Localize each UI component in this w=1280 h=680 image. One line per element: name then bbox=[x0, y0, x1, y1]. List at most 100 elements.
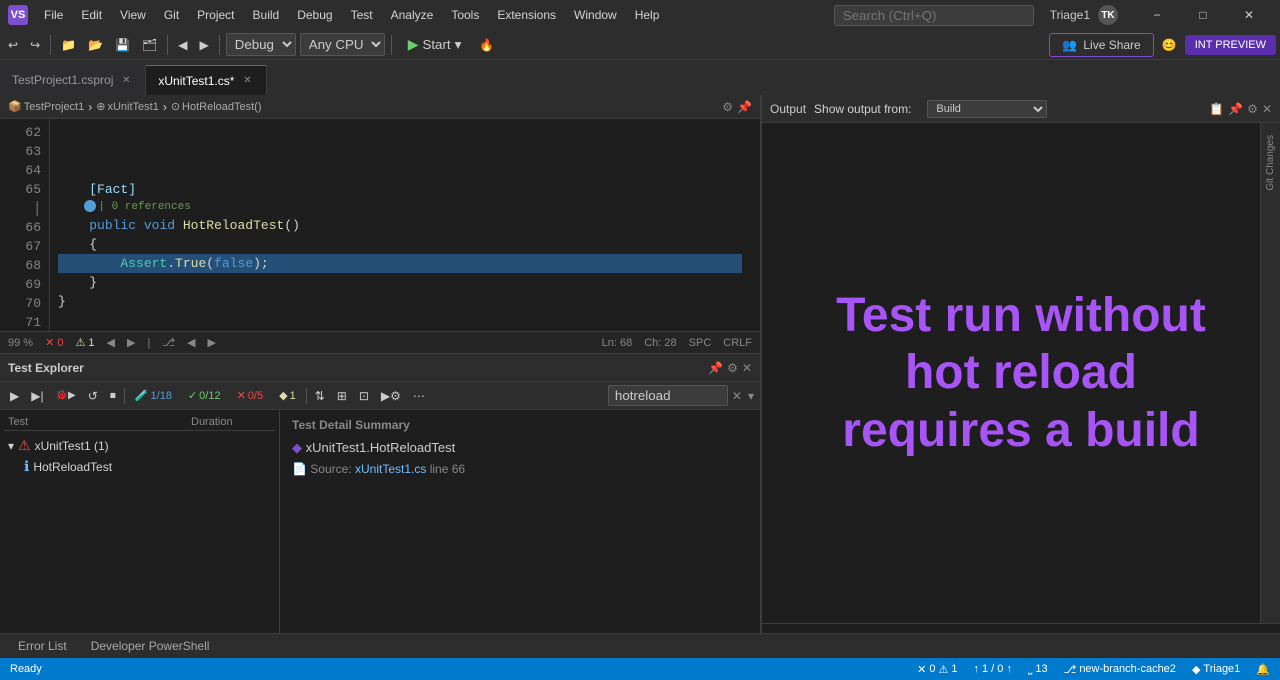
source-file-link[interactable]: xUnitTest1.cs bbox=[355, 462, 426, 476]
sort-button[interactable]: ⇅ bbox=[311, 387, 329, 405]
filter-button[interactable]: ⊡ bbox=[355, 387, 373, 405]
status-notifications[interactable]: 🔔 bbox=[1254, 663, 1272, 676]
run-selected-button[interactable]: ▶| bbox=[27, 387, 47, 405]
tab-csproj[interactable]: TestProject1.csproj ✕ bbox=[0, 65, 146, 95]
test-group-xunit[interactable]: ▾ ⚠ xUnitTest1 (1) bbox=[4, 435, 275, 456]
test-explorer-controls: 📌 ⚙ ✕ bbox=[708, 361, 752, 375]
te-count-pass[interactable]: ✓ 0/12 bbox=[182, 388, 227, 403]
breadcrumb-project[interactable]: 📦 TestProject1 bbox=[8, 100, 84, 113]
code-content[interactable]: [Fact] | 0 references public void HotRel… bbox=[50, 119, 750, 331]
close-button[interactable]: ✕ bbox=[1226, 0, 1272, 30]
toolbar-separator-3 bbox=[219, 35, 220, 55]
output-close-icon[interactable]: ✕ bbox=[1262, 102, 1272, 116]
tab-xunit-close[interactable]: ✕ bbox=[240, 74, 254, 88]
menu-help[interactable]: Help bbox=[627, 6, 668, 24]
debug-config-dropdown[interactable]: Debug bbox=[226, 33, 296, 56]
redo-btn[interactable]: ↪ bbox=[26, 36, 44, 54]
status-right: ✕ 0 ⚠ 1 ↑ 1 / 0 ↑ ⎵ 13 ⎇ new-branch-cach… bbox=[915, 663, 1272, 676]
te-close-icon[interactable]: ✕ bbox=[742, 361, 752, 375]
te-count-fail[interactable]: ✕ 0/5 bbox=[231, 388, 270, 403]
menu-git[interactable]: Git bbox=[156, 6, 187, 24]
line-col-icon: ↑ bbox=[974, 663, 980, 675]
save-all-btn[interactable]: 🗂 bbox=[138, 36, 161, 54]
menu-analyze[interactable]: Analyze bbox=[383, 6, 442, 24]
breadcrumb-class[interactable]: ⊕ xUnitTest1 bbox=[96, 100, 159, 113]
debug-selected-button[interactable]: 🐞▶ bbox=[52, 388, 80, 403]
code-line-68[interactable]: Assert.True(false); bbox=[58, 254, 742, 273]
nav-right[interactable]: ▶ bbox=[207, 336, 215, 349]
code-editor[interactable]: 62 63 64 65 │ 66 67 68 69 70 71 bbox=[0, 119, 760, 331]
zoom-level[interactable]: 99 % bbox=[8, 337, 33, 349]
menu-extensions[interactable]: Extensions bbox=[489, 6, 564, 24]
tab-xunit[interactable]: xUnitTest1.cs* ✕ bbox=[146, 65, 267, 95]
test-item-hotreload[interactable]: ℹ HotReloadTest bbox=[4, 456, 275, 477]
menu-project[interactable]: Project bbox=[189, 6, 242, 24]
git-changes-tab[interactable]: Git Changes bbox=[1263, 131, 1278, 195]
save-btn[interactable]: 💾 bbox=[111, 36, 134, 54]
int-preview-button[interactable]: INT PREVIEW bbox=[1185, 35, 1276, 55]
menu-edit[interactable]: Edit bbox=[73, 6, 110, 24]
test-search-input[interactable] bbox=[608, 385, 728, 406]
nav-left[interactable]: ◀ bbox=[187, 336, 195, 349]
repeat-button[interactable]: ↺ bbox=[84, 387, 102, 405]
toolbar: ↩ ↪ 📁 📂 💾 🗂 ◀ ▶ Debug Any CPU ▶ Start ▾ … bbox=[0, 30, 1280, 60]
tab-csproj-close[interactable]: ✕ bbox=[119, 73, 133, 87]
menu-window[interactable]: Window bbox=[566, 6, 625, 24]
nav-back[interactable]: ◀ bbox=[107, 336, 115, 349]
search-input[interactable] bbox=[834, 5, 1034, 26]
output-header: Output Show output from: Build 📋 📌 ⚙ ✕ bbox=[762, 95, 1280, 123]
output-scrollbar[interactable] bbox=[762, 623, 1280, 633]
te-sep-2 bbox=[306, 388, 307, 404]
stop-button[interactable]: ⏹ bbox=[106, 386, 120, 405]
undo-btn[interactable]: ↩ bbox=[4, 36, 22, 54]
redo2-btn[interactable]: ▶ bbox=[195, 36, 212, 54]
editor-pin-icon[interactable]: 📌 bbox=[737, 100, 752, 114]
output-pin-icon[interactable]: 📌 bbox=[1228, 102, 1243, 116]
menu-debug[interactable]: Debug bbox=[289, 6, 340, 24]
menu-tools[interactable]: Tools bbox=[443, 6, 487, 24]
test-explorer-header: Test Explorer 📌 ⚙ ✕ bbox=[0, 354, 760, 382]
platform-dropdown[interactable]: Any CPU bbox=[300, 33, 385, 56]
feedback-btn[interactable]: 😊 bbox=[1158, 36, 1181, 54]
developer-powershell-tab[interactable]: Developer PowerShell bbox=[81, 637, 220, 655]
run-options-button[interactable]: ▶⚙ bbox=[377, 387, 405, 405]
menu-test[interactable]: Test bbox=[343, 6, 381, 24]
minimize-button[interactable]: − bbox=[1134, 0, 1180, 30]
menu-file[interactable]: File bbox=[36, 6, 71, 24]
code-line-64 bbox=[58, 161, 742, 180]
breadcrumb-method[interactable]: ⊙ HotReloadTest() bbox=[171, 100, 262, 113]
start-button[interactable]: ▶ Start ▾ bbox=[398, 33, 472, 56]
output-source-select[interactable]: Build bbox=[927, 100, 1047, 118]
te-pin-icon[interactable]: 📌 bbox=[708, 361, 723, 375]
group-button[interactable]: ⊞ bbox=[333, 387, 351, 405]
branch-indicator[interactable]: ⎇ bbox=[162, 336, 175, 349]
hot-reload-btn[interactable]: 🔥 bbox=[475, 36, 498, 54]
te-count-other[interactable]: ◆ 1 bbox=[273, 388, 302, 403]
output-settings-icon[interactable]: ⚙ bbox=[1247, 102, 1258, 116]
output-copy-icon[interactable]: 📋 bbox=[1209, 102, 1224, 116]
live-share-button[interactable]: 👥 Live Share bbox=[1049, 33, 1153, 57]
status-branch[interactable]: ⎇ new-branch-cache2 bbox=[1062, 663, 1178, 676]
editor-settings-icon[interactable]: ⚙ bbox=[722, 100, 733, 114]
te-settings-icon[interactable]: ⚙ bbox=[727, 361, 738, 375]
menu-view[interactable]: View bbox=[112, 6, 154, 24]
menu-build[interactable]: Build bbox=[245, 6, 288, 24]
te-count-total[interactable]: 🧪 1/18 bbox=[129, 388, 178, 403]
run-all-button[interactable]: ▶ bbox=[6, 387, 23, 405]
new-project-btn[interactable]: 📁 bbox=[57, 36, 80, 54]
status-spaces[interactable]: ⎵ 13 bbox=[1026, 663, 1050, 676]
te-search-expand[interactable]: ▾ bbox=[748, 389, 754, 403]
maximize-button[interactable]: □ bbox=[1180, 0, 1226, 30]
error-list-tab[interactable]: Error List bbox=[8, 637, 77, 655]
status-errors[interactable]: ✕ 0 ⚠ 1 bbox=[915, 663, 959, 676]
status-git-repo[interactable]: ◆ Triage1 bbox=[1190, 663, 1242, 676]
open-btn[interactable]: 📂 bbox=[84, 36, 107, 54]
undo2-btn[interactable]: ◀ bbox=[174, 36, 191, 54]
editor-area: 📦 TestProject1 › ⊕ xUnitTest1 › ⊙ HotRel… bbox=[0, 95, 760, 353]
editor-scrollbar[interactable] bbox=[750, 119, 760, 331]
status-line-col[interactable]: ↑ 1 / 0 ↑ bbox=[972, 663, 1014, 676]
nav-forward[interactable]: ▶ bbox=[127, 336, 135, 349]
te-more-button[interactable]: ⋯ bbox=[409, 387, 429, 405]
te-search-clear[interactable]: ✕ bbox=[732, 389, 742, 403]
breadcrumb-project-label: TestProject1 bbox=[24, 101, 85, 113]
